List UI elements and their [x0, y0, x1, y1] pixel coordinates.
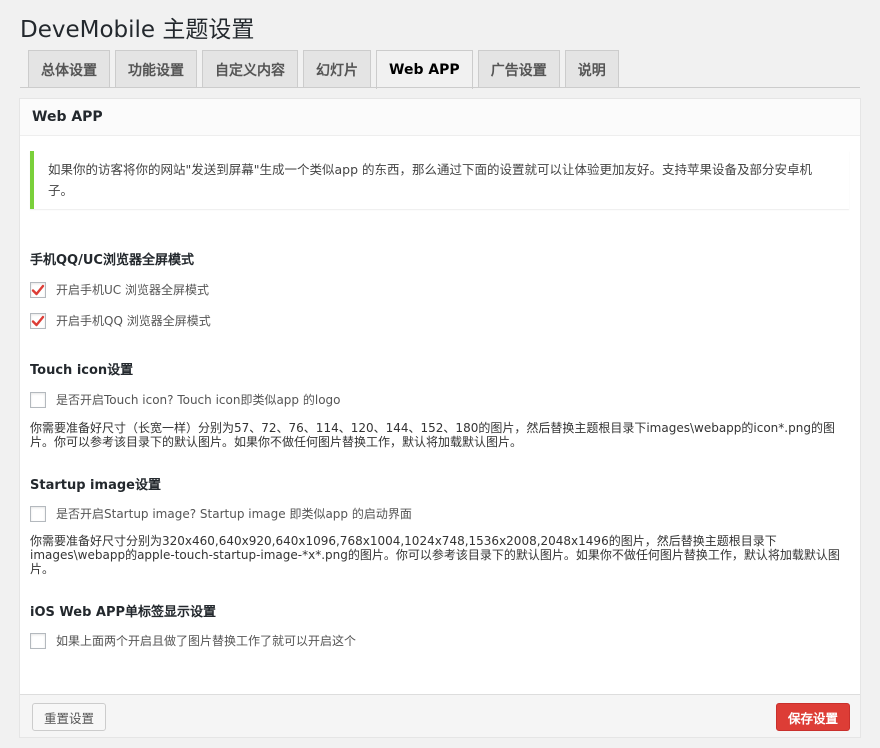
web-app-panel: Web APP 如果你的访客将你的网站"发送到屏幕"生成一个类似app 的东西，… [19, 98, 861, 738]
tabs-divider [20, 87, 860, 88]
uc-fullscreen-label: 开启手机UC 浏览器全屏模式 [56, 283, 209, 297]
tab-ads[interactable]: 广告设置 [477, 50, 560, 88]
tab-help[interactable]: 说明 [564, 50, 619, 88]
save-settings-button[interactable]: 保存设置 [775, 703, 850, 731]
option-startup-image: 是否开启Startup image? Startup image 即类似app … [30, 505, 412, 522]
section-title-touch-icon: Touch icon设置 [30, 363, 134, 378]
touch-icon-description: 你需要准备好尺寸（长宽一样）分别为57、72、76、114、120、144、15… [30, 421, 835, 449]
uc-fullscreen-checkbox[interactable] [30, 281, 46, 298]
option-qq-fullscreen: 开启手机QQ 浏览器全屏模式 [30, 312, 211, 329]
reset-settings-button[interactable]: 重置设置 [32, 703, 107, 731]
startup-image-checkbox[interactable] [30, 505, 46, 522]
startup-image-description: 你需要准备好尺寸分别为320x460,640x920,640x1096,768x… [30, 534, 840, 576]
qq-fullscreen-checkbox[interactable] [30, 312, 46, 329]
tab-features[interactable]: 功能设置 [115, 50, 197, 88]
ios-single-tab-label: 如果上面两个开启且做了图片替换工作了就可以开启这个 [56, 634, 357, 648]
section-title-startup-image: Startup image设置 [30, 478, 161, 493]
ios-single-tab-checkbox[interactable] [30, 632, 46, 649]
qq-fullscreen-label: 开启手机QQ 浏览器全屏模式 [56, 314, 211, 328]
tab-slideshow[interactable]: 幻灯片 [303, 50, 371, 88]
tab-web-app[interactable]: Web APP [376, 50, 473, 89]
startup-image-label: 是否开启Startup image? Startup image 即类似app … [56, 507, 412, 521]
tab-custom-content[interactable]: 自定义内容 [202, 50, 298, 88]
panel-title: Web APP [20, 99, 860, 136]
option-touch-icon: 是否开启Touch icon? Touch icon即类似app 的logo [30, 391, 341, 408]
settings-tabs: 总体设置 功能设置 自定义内容 幻灯片 Web APP 广告设置 说明 [28, 50, 880, 89]
checkmark-icon [31, 284, 45, 295]
option-uc-fullscreen: 开启手机UC 浏览器全屏模式 [30, 281, 209, 298]
panel-footer: 重置设置 保存设置 [20, 694, 860, 737]
option-ios-single-tab: 如果上面两个开启且做了图片替换工作了就可以开启这个 [30, 632, 356, 649]
checkmark-icon [31, 315, 45, 326]
tab-general[interactable]: 总体设置 [28, 50, 110, 88]
section-title-ios-single-tab: iOS Web APP单标签显示设置 [30, 605, 217, 620]
info-notice: 如果你的访客将你的网站"发送到屏幕"生成一个类似app 的东西，那么通过下面的设… [30, 151, 849, 209]
touch-icon-checkbox[interactable] [30, 391, 46, 408]
touch-icon-label: 是否开启Touch icon? Touch icon即类似app 的logo [56, 393, 341, 407]
section-title-fullscreen: 手机QQ/UC浏览器全屏模式 [30, 253, 194, 268]
page-title: DeveMobile 主题设置 [20, 17, 255, 43]
